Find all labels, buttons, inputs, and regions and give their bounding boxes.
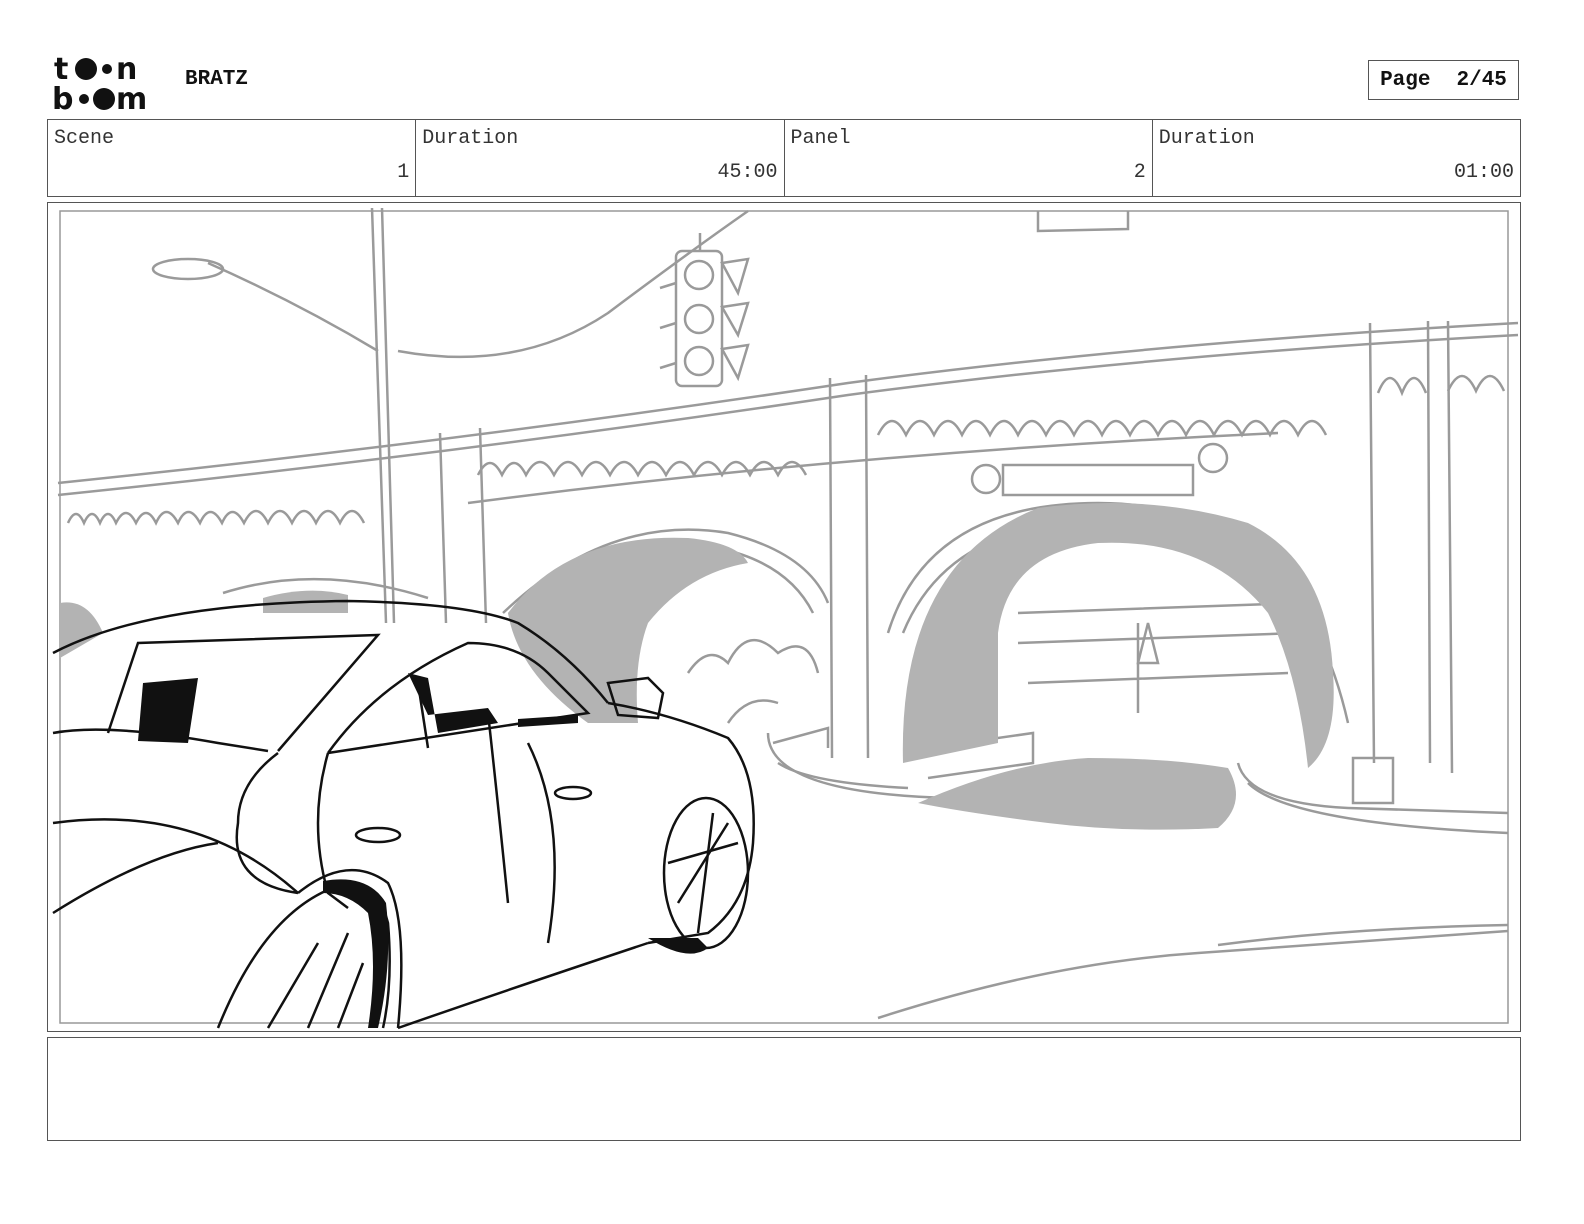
- page-label: Page: [1380, 68, 1431, 92]
- scene-duration-cell: Duration 45:00: [416, 120, 785, 196]
- traffic-light-sketch: [659, 233, 750, 388]
- panel-duration-value: 01:00: [1453, 161, 1514, 184]
- scene-cell: Scene 1: [48, 120, 417, 196]
- toon-boom-logo: t n b m: [52, 52, 164, 117]
- panel-duration-cell: Duration 01:00: [1153, 120, 1520, 196]
- svg-text:b: b: [52, 82, 73, 112]
- panel-value: 2: [1133, 161, 1146, 184]
- car-dark-details: [138, 673, 708, 1028]
- panel-duration-label: Duration: [1158, 127, 1255, 150]
- panel-cell: Panel 2: [785, 120, 1153, 196]
- scene-info-row: Scene 1 Duration 45:00 Panel 2 Duration …: [47, 119, 1521, 197]
- panel-label: Panel: [790, 127, 851, 150]
- page-indicator: Page 2/45: [1368, 60, 1519, 100]
- storyboard-panel: [47, 202, 1521, 1032]
- scene-duration-label: Duration: [422, 127, 519, 150]
- scene-duration-value: 45:00: [717, 161, 778, 184]
- scene-label: Scene: [54, 127, 115, 150]
- car-sketch: [52, 599, 755, 1030]
- project-title: BRATZ: [185, 68, 249, 91]
- page-number: 2/45: [1456, 68, 1507, 92]
- panel-notes-box[interactable]: [47, 1037, 1521, 1141]
- scene-value: 1: [397, 161, 410, 184]
- panel-sketch: [52, 207, 1519, 1030]
- svg-text:m: m: [116, 82, 147, 112]
